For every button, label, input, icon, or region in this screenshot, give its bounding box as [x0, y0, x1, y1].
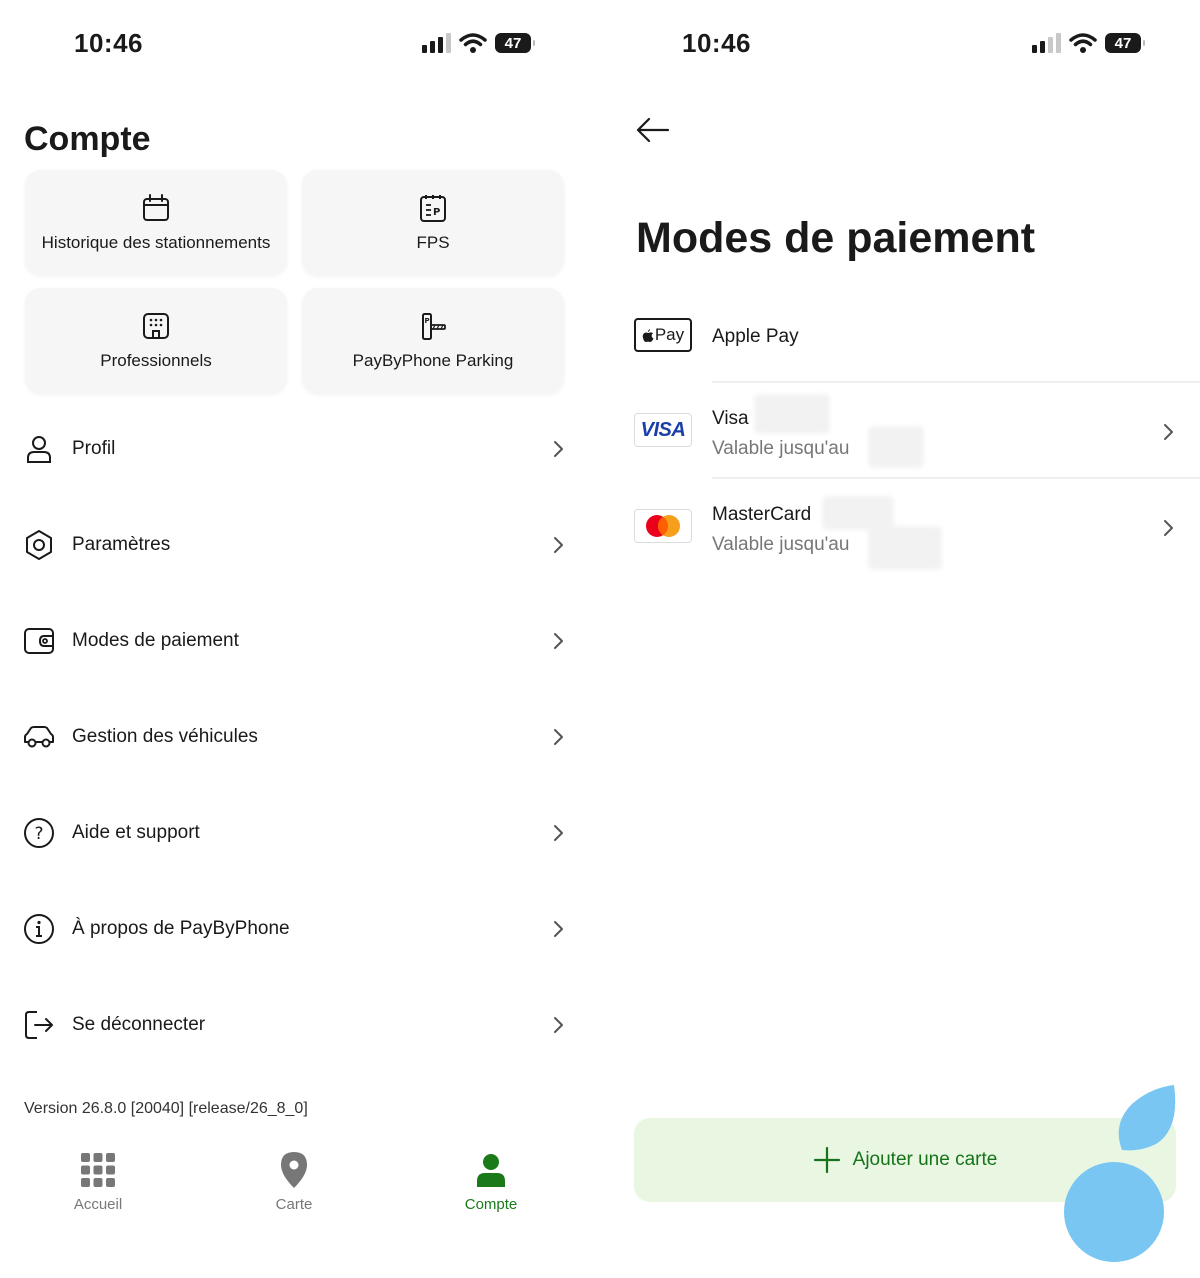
apple-pay-logo-text: Pay	[654, 325, 685, 344]
status-time: 10:46	[682, 28, 751, 58]
nav-compte[interactable]: Compte	[421, 1150, 561, 1213]
menu-item-label: Se déconnecter	[72, 1014, 206, 1035]
visa-logo-text: VISA	[640, 418, 686, 441]
chevron-right-icon	[554, 633, 563, 649]
payment-method-name: Apple Pay	[712, 326, 799, 347]
page-title: Compte	[24, 120, 151, 158]
bottom-navigation: Accueil Carte Compte	[0, 1150, 590, 1230]
page-title: Modes de paiement	[636, 214, 1036, 262]
grid-icon	[78, 1150, 118, 1190]
app-version: Version 26.8.0 [20040] [release/26_8_0]	[24, 1100, 308, 1117]
add-card-label: Ajouter une carte	[852, 1149, 998, 1170]
battery-icon: 47	[1105, 33, 1145, 53]
payment-method-name: MasterCard	[712, 504, 812, 525]
building-icon	[143, 313, 169, 339]
menu-item-modes-de-paiement[interactable]: Modes de paiement	[0, 606, 600, 676]
info-circle-icon	[22, 912, 56, 946]
mastercard-circles-icon	[646, 515, 680, 537]
apple-pay-logo: Pay	[634, 318, 692, 352]
menu-item-parametres[interactable]: Paramètres	[0, 510, 600, 580]
tile-professionals[interactable]: Professionnels	[25, 288, 287, 394]
chevron-right-icon	[554, 1017, 563, 1033]
nav-accueil[interactable]: Accueil	[28, 1150, 168, 1213]
menu-item-gestion-vehicules[interactable]: Gestion des véhicules	[0, 702, 600, 772]
tile-label: FPS	[416, 233, 450, 252]
divider	[712, 381, 1200, 383]
nav-label: Carte	[275, 1196, 313, 1213]
fps-notepad-icon: P	[420, 195, 446, 222]
redacted-expiry	[868, 426, 924, 468]
nav-label: Accueil	[73, 1196, 123, 1213]
question-circle-icon: ?	[22, 816, 56, 850]
svg-text:P: P	[425, 317, 430, 325]
nav-carte[interactable]: Carte	[224, 1150, 364, 1213]
payment-method-name: Visa	[712, 408, 749, 429]
tile-paybyphone-parking[interactable]: P PayByPhone Parking	[302, 288, 564, 394]
payment-methods-screen: 10:46 47 Modes de paiement Pay Apple Pay…	[600, 0, 1200, 1278]
decorative-circle-shape	[1064, 1162, 1164, 1262]
chevron-right-icon	[554, 441, 563, 457]
menu-item-label: À propos de PayByPhone	[72, 918, 290, 939]
payment-method-validity: Valable jusqu'au	[712, 534, 850, 555]
tile-label: Professionnels	[100, 351, 212, 370]
svg-text:P: P	[433, 207, 440, 218]
menu-item-label: Aide et support	[72, 822, 200, 843]
tile-fps[interactable]: P FPS	[302, 170, 564, 276]
menu-item-aide-support[interactable]: ? Aide et support	[0, 798, 600, 868]
calendar-icon	[143, 194, 169, 221]
payment-method-visa[interactable]: VISA Visa Valable jusqu'au	[600, 388, 1200, 478]
nav-label: Compte	[464, 1196, 518, 1213]
car-icon	[22, 720, 56, 754]
chevron-right-icon	[554, 825, 563, 841]
payment-method-mastercard[interactable]: MasterCard Valable jusqu'au	[600, 484, 1200, 574]
wifi-icon	[459, 33, 487, 53]
status-icons: 47	[1032, 32, 1145, 54]
menu-item-se-deconnecter[interactable]: Se déconnecter	[0, 990, 600, 1060]
cellular-signal-icon	[422, 33, 451, 53]
battery-icon: 47	[495, 33, 535, 53]
chevron-right-icon	[554, 537, 563, 553]
plus-icon	[813, 1146, 840, 1174]
redacted-card-number	[754, 394, 830, 434]
chevron-right-icon	[554, 921, 563, 937]
hexagon-settings-icon	[22, 528, 56, 562]
person-icon	[22, 432, 56, 466]
decorative-leaf-shape	[1118, 1085, 1176, 1151]
payment-method-apple-pay[interactable]: Pay Apple Pay	[600, 292, 1200, 382]
status-icons: 47	[422, 32, 535, 54]
map-pin-icon	[274, 1150, 314, 1190]
wallet-icon	[22, 624, 56, 658]
menu-item-label: Paramètres	[72, 534, 171, 555]
cellular-signal-icon	[1032, 33, 1061, 53]
svg-text:?: ?	[34, 824, 43, 844]
redacted-expiry	[868, 526, 942, 570]
tile-parking-history[interactable]: Historique des stationnements	[25, 170, 287, 276]
menu-item-label: Profil	[72, 438, 116, 459]
apple-icon	[642, 328, 654, 342]
divider	[712, 477, 1200, 479]
redacted-card-number	[822, 496, 894, 530]
tile-label: PayByPhone Parking	[352, 351, 514, 370]
parking-barrier-icon: P	[422, 313, 446, 340]
logout-icon	[22, 1008, 56, 1042]
status-time: 10:46	[74, 28, 143, 58]
visa-logo: VISA	[634, 413, 692, 447]
wifi-icon	[1069, 33, 1097, 53]
account-screen: 10:46 47 Compte Historique des stationne…	[0, 0, 600, 1278]
menu-item-label: Gestion des véhicules	[72, 726, 258, 747]
menu-item-a-propos[interactable]: À propos de PayByPhone	[0, 894, 600, 964]
chevron-right-icon	[1164, 520, 1173, 536]
chevron-right-icon	[554, 729, 563, 745]
payment-method-validity: Valable jusqu'au	[712, 438, 850, 459]
chevron-right-icon	[1164, 424, 1173, 440]
person-filled-icon	[471, 1150, 511, 1190]
menu-item-profil[interactable]: Profil	[0, 414, 600, 484]
tile-label: Historique des stationnements	[41, 233, 271, 252]
mastercard-logo	[634, 509, 692, 543]
back-arrow-icon[interactable]	[636, 116, 670, 144]
menu-item-label: Modes de paiement	[72, 630, 239, 651]
